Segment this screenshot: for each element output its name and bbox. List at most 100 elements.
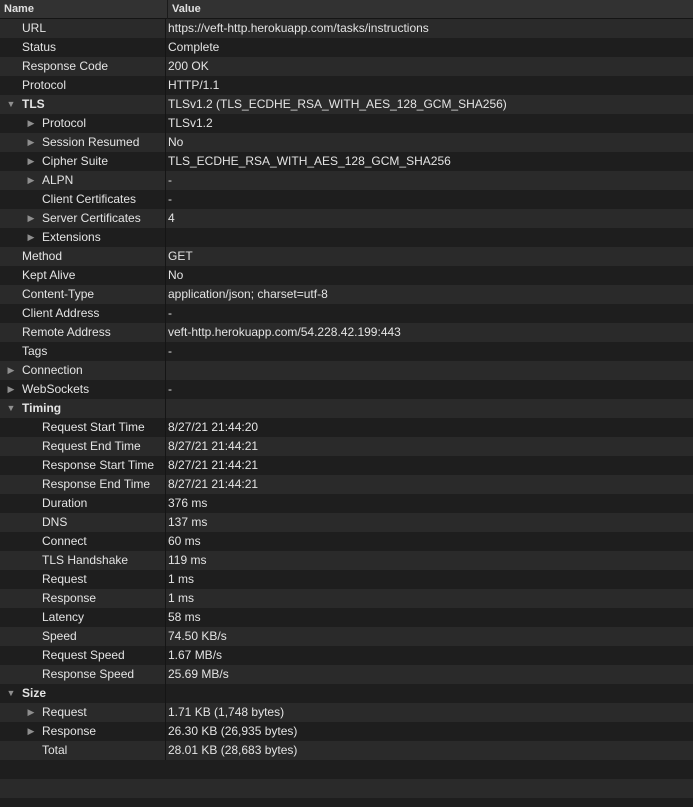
table-row[interactable]: ▶ Cipher Suite TLS_ECDHE_RSA_WITH_AES_128_… <box>0 152 693 171</box>
row-label: Status <box>22 40 57 54</box>
row-value: - <box>168 192 172 206</box>
row-label: Session Resumed <box>42 135 140 149</box>
disclosure-triangle-right-icon[interactable]: ▶ <box>6 380 16 399</box>
table-row[interactable]: Response End Time 8/27/21 21:44:21 <box>0 475 693 494</box>
row-label: WebSockets <box>22 382 90 396</box>
section-row[interactable]: ▼ Timing <box>0 399 693 418</box>
row-value: 376 ms <box>168 496 208 510</box>
name-cell: Kept Alive <box>0 266 166 285</box>
row-label: Cipher Suite <box>42 154 109 168</box>
table-row[interactable]: Speed 74.50 KB/s <box>0 627 693 646</box>
name-cell: Response End Time <box>0 475 166 494</box>
disclosure-triangle-right-icon[interactable]: ▶ <box>26 703 36 722</box>
name-cell: ▶ Request <box>0 703 166 722</box>
disclosure-triangle-down-icon[interactable]: ▼ <box>6 95 16 114</box>
row-label: Latency <box>42 610 85 624</box>
table-row[interactable]: Remote Address veft-http.herokuapp.com/54… <box>0 323 693 342</box>
name-cell: ▶ ALPN <box>0 171 166 190</box>
table-row[interactable]: ▶ Extensions <box>0 228 693 247</box>
section-row[interactable]: ▼ TLS TLSv1.2 (TLS_ECDHE_RSA_WITH_AES_128_… <box>0 95 693 114</box>
row-value: HTTP/1.1 <box>168 78 220 92</box>
row-label: Request Speed <box>42 648 125 662</box>
name-cell: Request End Time <box>0 437 166 456</box>
disclosure-triangle-right-icon[interactable]: ▶ <box>26 171 36 190</box>
disclosure-triangle-down-icon[interactable]: ▼ <box>6 684 16 703</box>
row-value: - <box>168 173 172 187</box>
row-value: 25.69 MB/s <box>168 667 229 681</box>
name-cell: ▼ Timing <box>0 399 166 418</box>
table-row[interactable]: Request Start Time 8/27/21 21:44:20 <box>0 418 693 437</box>
row-label: Response Speed <box>42 667 135 681</box>
disclosure-triangle-right-icon[interactable]: ▶ <box>26 722 36 741</box>
name-cell: Tags <box>0 342 166 361</box>
table-row[interactable]: Request Speed 1.67 MB/s <box>0 646 693 665</box>
row-value: TLSv1.2 (TLS_ECDHE_RSA_WITH_AES_128_GCM_… <box>168 97 507 111</box>
table-row[interactable]: ▶ Session Resumed No <box>0 133 693 152</box>
name-cell: ▶ WebSockets <box>0 380 166 399</box>
disclosure-triangle-right-icon[interactable]: ▶ <box>6 361 16 380</box>
row-value: TLSv1.2 <box>168 116 213 130</box>
table-row[interactable]: Kept Alive No <box>0 266 693 285</box>
column-header-name[interactable]: Name <box>0 0 166 19</box>
name-cell: Remote Address <box>0 323 166 342</box>
disclosure-triangle-right-icon[interactable]: ▶ <box>26 228 36 247</box>
table-row[interactable]: ▶ ALPN - <box>0 171 693 190</box>
table-row[interactable]: Tags - <box>0 342 693 361</box>
row-value: 8/27/21 21:44:21 <box>168 477 259 491</box>
table-row[interactable]: DNS 137 ms <box>0 513 693 532</box>
name-cell: Latency <box>0 608 166 627</box>
table-row[interactable]: Client Address - <box>0 304 693 323</box>
table-row[interactable]: Response Speed 25.69 MB/s <box>0 665 693 684</box>
table-row[interactable]: ▶ Request 1.71 KB (1,748 bytes) <box>0 703 693 722</box>
disclosure-triangle-right-icon[interactable]: ▶ <box>26 133 36 152</box>
name-cell: Protocol <box>0 76 166 95</box>
table-row[interactable]: Latency 58 ms <box>0 608 693 627</box>
table-row[interactable]: ▶ Protocol TLSv1.2 <box>0 114 693 133</box>
row-label: Client Certificates <box>42 192 137 206</box>
table-row[interactable]: TLS Handshake 119 ms <box>0 551 693 570</box>
disclosure-triangle-right-icon[interactable]: ▶ <box>26 114 36 133</box>
disclosure-triangle-right-icon[interactable]: ▶ <box>26 209 36 228</box>
table-row[interactable]: Content-Type application/json; charset=ut… <box>0 285 693 304</box>
table-row[interactable]: Client Certificates - <box>0 190 693 209</box>
row-value <box>168 399 693 418</box>
table-row[interactable]: ▶ Response 26.30 KB (26,935 bytes) <box>0 722 693 741</box>
table-row[interactable]: Connect 60 ms <box>0 532 693 551</box>
table-row[interactable]: ▶ WebSockets - <box>0 380 693 399</box>
table-row[interactable]: ▶ Server Certificates 4 <box>0 209 693 228</box>
table-row[interactable]: Protocol HTTP/1.1 <box>0 76 693 95</box>
name-cell: Request Start Time <box>0 418 166 437</box>
table-row[interactable]: Response Code 200 OK <box>0 57 693 76</box>
row-label: Method <box>22 249 63 263</box>
row-value: No <box>168 135 184 149</box>
section-row[interactable]: ▼ Size <box>0 684 693 703</box>
table-row[interactable]: Response 1 ms <box>0 589 693 608</box>
table-row[interactable]: Response Start Time 8/27/21 21:44:21 <box>0 456 693 475</box>
row-label: TLS <box>22 97 45 111</box>
row-value: 60 ms <box>168 534 201 548</box>
table-row[interactable]: Method GET <box>0 247 693 266</box>
name-cell: Status <box>0 38 166 57</box>
column-header-value[interactable]: Value <box>167 0 693 19</box>
row-value: 1.67 MB/s <box>168 648 223 662</box>
table-row[interactable]: Total 28.01 KB (28,683 bytes) <box>0 741 693 760</box>
request-details-table: Name Value URL https://veft-http.herokuap… <box>0 0 693 807</box>
table-row[interactable]: Status Complete <box>0 38 693 57</box>
row-value: 74.50 KB/s <box>168 629 227 643</box>
row-value: 1 ms <box>168 591 195 605</box>
row-label: Request <box>42 572 87 586</box>
table-row[interactable]: Request 1 ms <box>0 570 693 589</box>
table-row[interactable]: URL https://veft-http.herokuapp.com/tasks… <box>0 19 693 38</box>
table-row[interactable]: Duration 376 ms <box>0 494 693 513</box>
row-label: URL <box>22 21 47 35</box>
name-cell: ▶ Cipher Suite <box>0 152 166 171</box>
table-row[interactable]: Request End Time 8/27/21 21:44:21 <box>0 437 693 456</box>
name-cell: ▶ Connection <box>0 361 166 380</box>
row-value: https://veft-http.herokuapp.com/tasks/in… <box>168 21 429 35</box>
disclosure-triangle-down-icon[interactable]: ▼ <box>6 399 16 418</box>
row-label: Total <box>42 743 68 757</box>
row-label: Protocol <box>22 78 67 92</box>
table-row[interactable]: ▶ Connection <box>0 361 693 380</box>
empty-row <box>0 798 693 807</box>
disclosure-triangle-right-icon[interactable]: ▶ <box>26 152 36 171</box>
